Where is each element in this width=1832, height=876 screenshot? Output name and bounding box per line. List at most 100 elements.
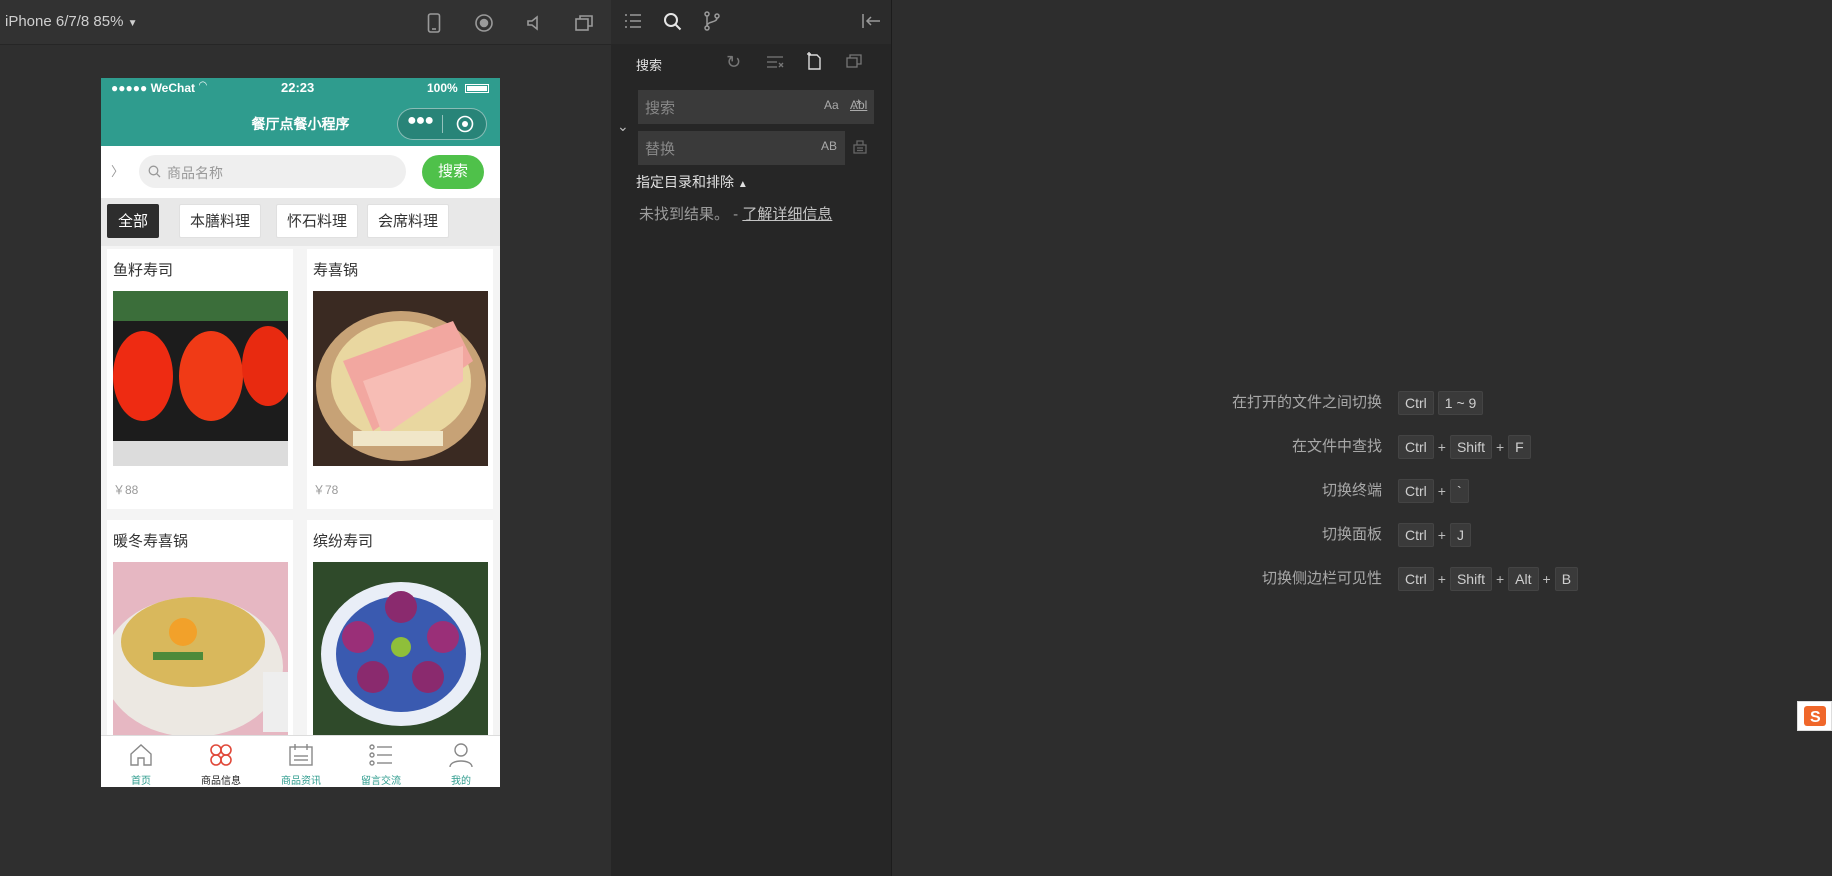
user-icon bbox=[449, 743, 473, 768]
key: J bbox=[1449, 523, 1471, 547]
product-card[interactable]: 鱼籽寿司 ￥88 bbox=[107, 249, 293, 509]
collapse-all-icon[interactable] bbox=[846, 54, 862, 68]
tab-news[interactable]: 商品资讯 bbox=[261, 736, 341, 787]
new-search-editor-icon[interactable] bbox=[806, 52, 822, 70]
match-case-toggle[interactable]: Aa bbox=[824, 98, 839, 112]
key: Shift bbox=[1449, 567, 1492, 591]
nav-bar: 餐厅点餐小程序 ●●● bbox=[101, 100, 500, 146]
git-branch-icon[interactable] bbox=[703, 11, 721, 31]
replace-all-icon[interactable] bbox=[852, 139, 868, 155]
product-price: ￥78 bbox=[313, 483, 339, 497]
key: B bbox=[1554, 567, 1579, 591]
search-text-input[interactable] bbox=[643, 90, 787, 126]
replace-text-input[interactable] bbox=[643, 131, 787, 167]
outline-list-icon[interactable] bbox=[624, 13, 642, 29]
device-selector[interactable]: iPhone 6/7/8 85% ▼ bbox=[5, 13, 138, 30]
preserve-case-toggle[interactable]: AB bbox=[821, 139, 837, 153]
search-field[interactable]: Aa Abl bbox=[638, 90, 874, 126]
tab-label: 商品信息 bbox=[201, 776, 241, 787]
plus-sign: + bbox=[1437, 571, 1446, 587]
product-image bbox=[313, 291, 488, 466]
refresh-icon[interactable]: ↻ bbox=[726, 52, 741, 73]
key: F bbox=[1508, 435, 1531, 459]
product-card[interactable]: 缤纷寿司 bbox=[307, 520, 493, 737]
search-icon[interactable] bbox=[663, 12, 682, 31]
simulator-pane: iPhone 6/7/8 85% ▼ ●●●●● WeChat ◠ 22:23 … bbox=[0, 0, 612, 876]
status-time: 22:23 bbox=[281, 80, 315, 95]
no-results-message: 未找到结果。 - 了解详细信息 bbox=[639, 203, 832, 224]
status-bar: ●●●●● WeChat ◠ 22:23 100% bbox=[101, 78, 500, 100]
shortcut-keys: Ctrl + J bbox=[1398, 523, 1475, 547]
product-name: 暖冬寿喜锅 bbox=[113, 533, 189, 550]
product-search-input[interactable]: 商品名称 bbox=[139, 155, 406, 188]
product-image bbox=[313, 562, 488, 737]
search-icon bbox=[148, 165, 161, 178]
category-honzen[interactable]: 本膳料理 bbox=[179, 204, 262, 238]
shortcut-label: 在文件中查找 bbox=[1291, 438, 1382, 455]
search-button[interactable]: 搜索 bbox=[422, 155, 484, 189]
product-card[interactable]: 寿喜锅 ￥78 bbox=[307, 249, 493, 509]
tab-label: 商品资讯 bbox=[281, 776, 321, 787]
search-placeholder: 商品名称 bbox=[167, 165, 223, 181]
tab-profile[interactable]: 我的 bbox=[421, 736, 500, 787]
calendar-icon bbox=[289, 744, 313, 766]
product-price: ￥88 bbox=[113, 483, 139, 497]
key: Shift bbox=[1449, 435, 1492, 459]
volume-icon[interactable] bbox=[523, 12, 545, 34]
shortcut-keys: Ctrl + Shift + Alt + B bbox=[1398, 567, 1582, 591]
caret-up-icon: ▲ bbox=[737, 179, 748, 190]
product-image bbox=[113, 291, 288, 466]
shortcut-keys: Ctrl + ` bbox=[1398, 479, 1473, 503]
no-results-text: 未找到结果。 - bbox=[639, 206, 739, 223]
shortcut-keys: Ctrl + Shift + F bbox=[1398, 435, 1535, 459]
close-mini-program-icon[interactable] bbox=[456, 115, 474, 133]
regex-toggle[interactable]: .* bbox=[852, 96, 861, 112]
key: ` bbox=[1449, 479, 1469, 503]
capsule-divider bbox=[442, 115, 443, 133]
toggle-replace-chevron-icon[interactable]: ⌄ bbox=[617, 118, 629, 135]
tab-messages[interactable]: 留言交流 bbox=[341, 736, 421, 787]
key: Ctrl bbox=[1398, 435, 1434, 459]
key: Ctrl bbox=[1398, 523, 1434, 547]
clear-results-icon[interactable] bbox=[766, 55, 784, 69]
plus-sign: + bbox=[1495, 439, 1505, 455]
shortcut-label: 在打开的文件之间切换 bbox=[1231, 394, 1382, 411]
category-tabs: 全部 本膳料理 怀石料理 会席料理 bbox=[101, 198, 500, 246]
scope-label: 指定目录和排除 bbox=[636, 174, 734, 190]
scope-toggle[interactable]: 指定目录和排除 ▲ bbox=[636, 172, 748, 192]
search-sidebar: 搜索 ↻ ⌄ Aa Abl .* AB 指定目录和排除 ▲ 未找到结果。 - 了… bbox=[611, 0, 892, 876]
tab-home[interactable]: 首页 bbox=[101, 736, 181, 787]
activity-toolbar bbox=[611, 0, 891, 44]
category-kaiseki-banquet[interactable]: 会席料理 bbox=[367, 204, 450, 238]
input-method-icon[interactable]: S bbox=[1797, 701, 1832, 731]
tab-label: 我的 bbox=[451, 776, 471, 787]
category-kaiseki[interactable]: 怀石料理 bbox=[276, 204, 359, 238]
product-image bbox=[113, 562, 288, 737]
category-all[interactable]: 全部 bbox=[107, 204, 160, 238]
collapse-panel-icon[interactable] bbox=[861, 13, 881, 29]
plus-sign: + bbox=[1437, 483, 1446, 499]
plus-sign: + bbox=[1437, 527, 1446, 543]
device-label: iPhone 6/7/8 85% bbox=[5, 13, 124, 30]
simulator-toolbar: iPhone 6/7/8 85% ▼ bbox=[0, 0, 611, 45]
learn-more-link[interactable]: 了解详细信息 bbox=[742, 206, 832, 223]
chevron-down-icon: ▼ bbox=[127, 18, 138, 29]
more-icon[interactable]: ●●● bbox=[407, 112, 434, 130]
product-search-row: 〉 商品名称 搜索 bbox=[101, 146, 500, 198]
clover-icon bbox=[210, 744, 232, 766]
list-icon bbox=[369, 744, 392, 766]
tab-label: 留言交流 bbox=[361, 776, 401, 787]
carrier-text: ●●●●● WeChat bbox=[111, 81, 196, 95]
search-panel-title: 搜索 bbox=[636, 58, 663, 73]
tab-products[interactable]: 商品信息 bbox=[181, 736, 261, 787]
record-icon[interactable] bbox=[473, 12, 495, 34]
replace-field[interactable]: AB bbox=[638, 131, 845, 167]
expand-arrow-icon[interactable]: 〉 bbox=[111, 161, 124, 180]
wifi-icon: ◠ bbox=[199, 80, 207, 91]
key: Ctrl bbox=[1398, 479, 1434, 503]
battery-text: 100% bbox=[427, 81, 458, 95]
product-card[interactable]: 暖冬寿喜锅 bbox=[107, 520, 293, 737]
phone-icon[interactable] bbox=[423, 12, 445, 34]
product-name: 鱼籽寿司 bbox=[113, 262, 174, 279]
copy-window-icon[interactable] bbox=[573, 12, 595, 34]
